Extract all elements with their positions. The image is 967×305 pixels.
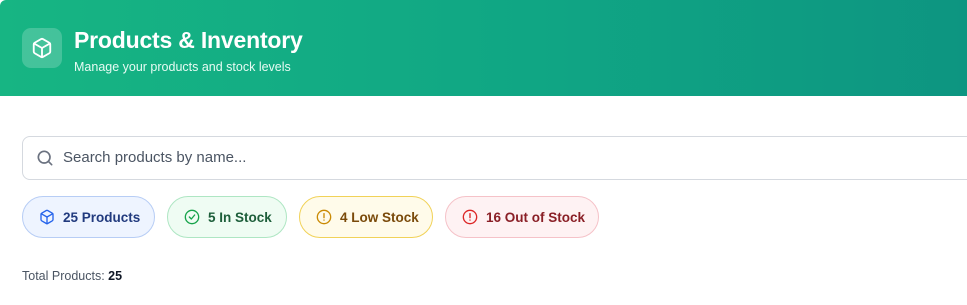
package-icon	[22, 28, 62, 68]
page-subtitle: Manage your products and stock levels	[74, 60, 291, 74]
total-products-value: 25	[108, 269, 123, 283]
search-icon	[37, 150, 53, 166]
stat-low-stock-label: 4 Low Stock	[340, 209, 419, 225]
page-title: Products & Inventory	[74, 27, 303, 53]
alert-circle-icon	[462, 209, 478, 225]
total-products-summary: Total Products: 25	[22, 269, 122, 283]
stat-low-stock-badge[interactable]: 4 Low Stock	[299, 196, 433, 238]
stat-out-of-stock-badge[interactable]: 16 Out of Stock	[445, 196, 599, 238]
package-icon	[40, 209, 54, 225]
stat-out-of-stock-label: 16 Out of Stock	[486, 209, 586, 225]
alert-circle-icon	[316, 209, 332, 225]
search-input[interactable]	[63, 137, 943, 178]
page-header: Products & Inventory Manage your product…	[0, 0, 967, 96]
stat-products-badge[interactable]: 25 Products	[22, 196, 155, 238]
stat-products-label: 25 Products	[63, 209, 141, 225]
stat-in-stock-label: 5 In Stock	[208, 209, 272, 225]
search-box[interactable]	[22, 136, 967, 180]
check-circle-icon	[184, 209, 200, 225]
stat-in-stock-badge[interactable]: 5 In Stock	[167, 196, 287, 238]
total-products-label: Total Products:	[22, 269, 109, 283]
